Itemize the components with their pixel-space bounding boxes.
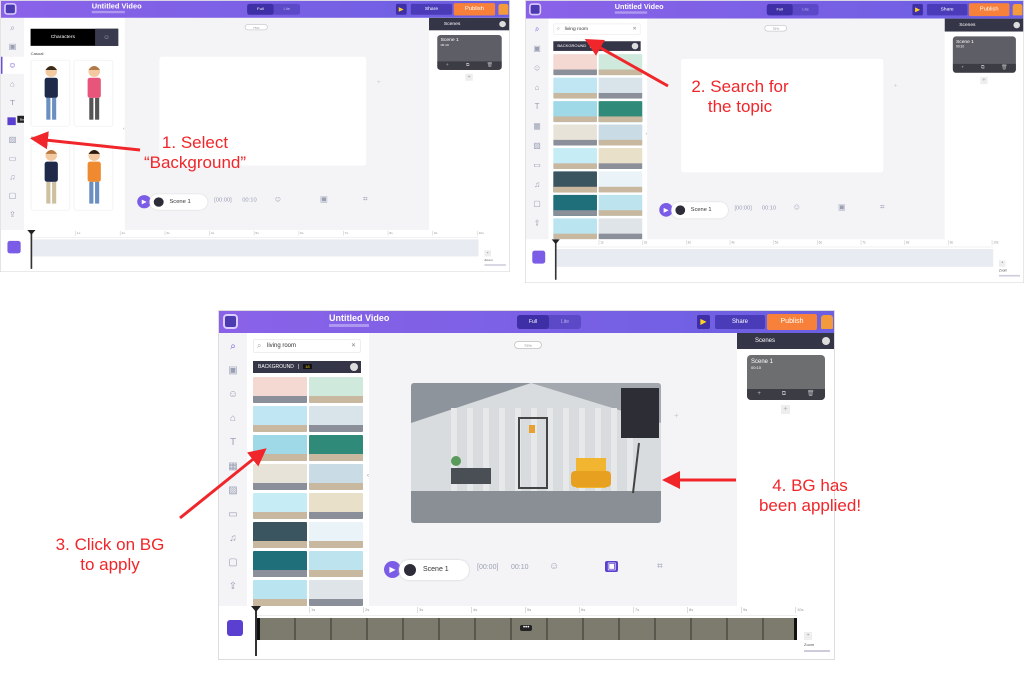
arrow-step2 (584, 39, 669, 88)
arrows-overlay (30, 39, 736, 520)
arrow-step1 (30, 131, 141, 152)
arrow-step3 (179, 448, 267, 520)
